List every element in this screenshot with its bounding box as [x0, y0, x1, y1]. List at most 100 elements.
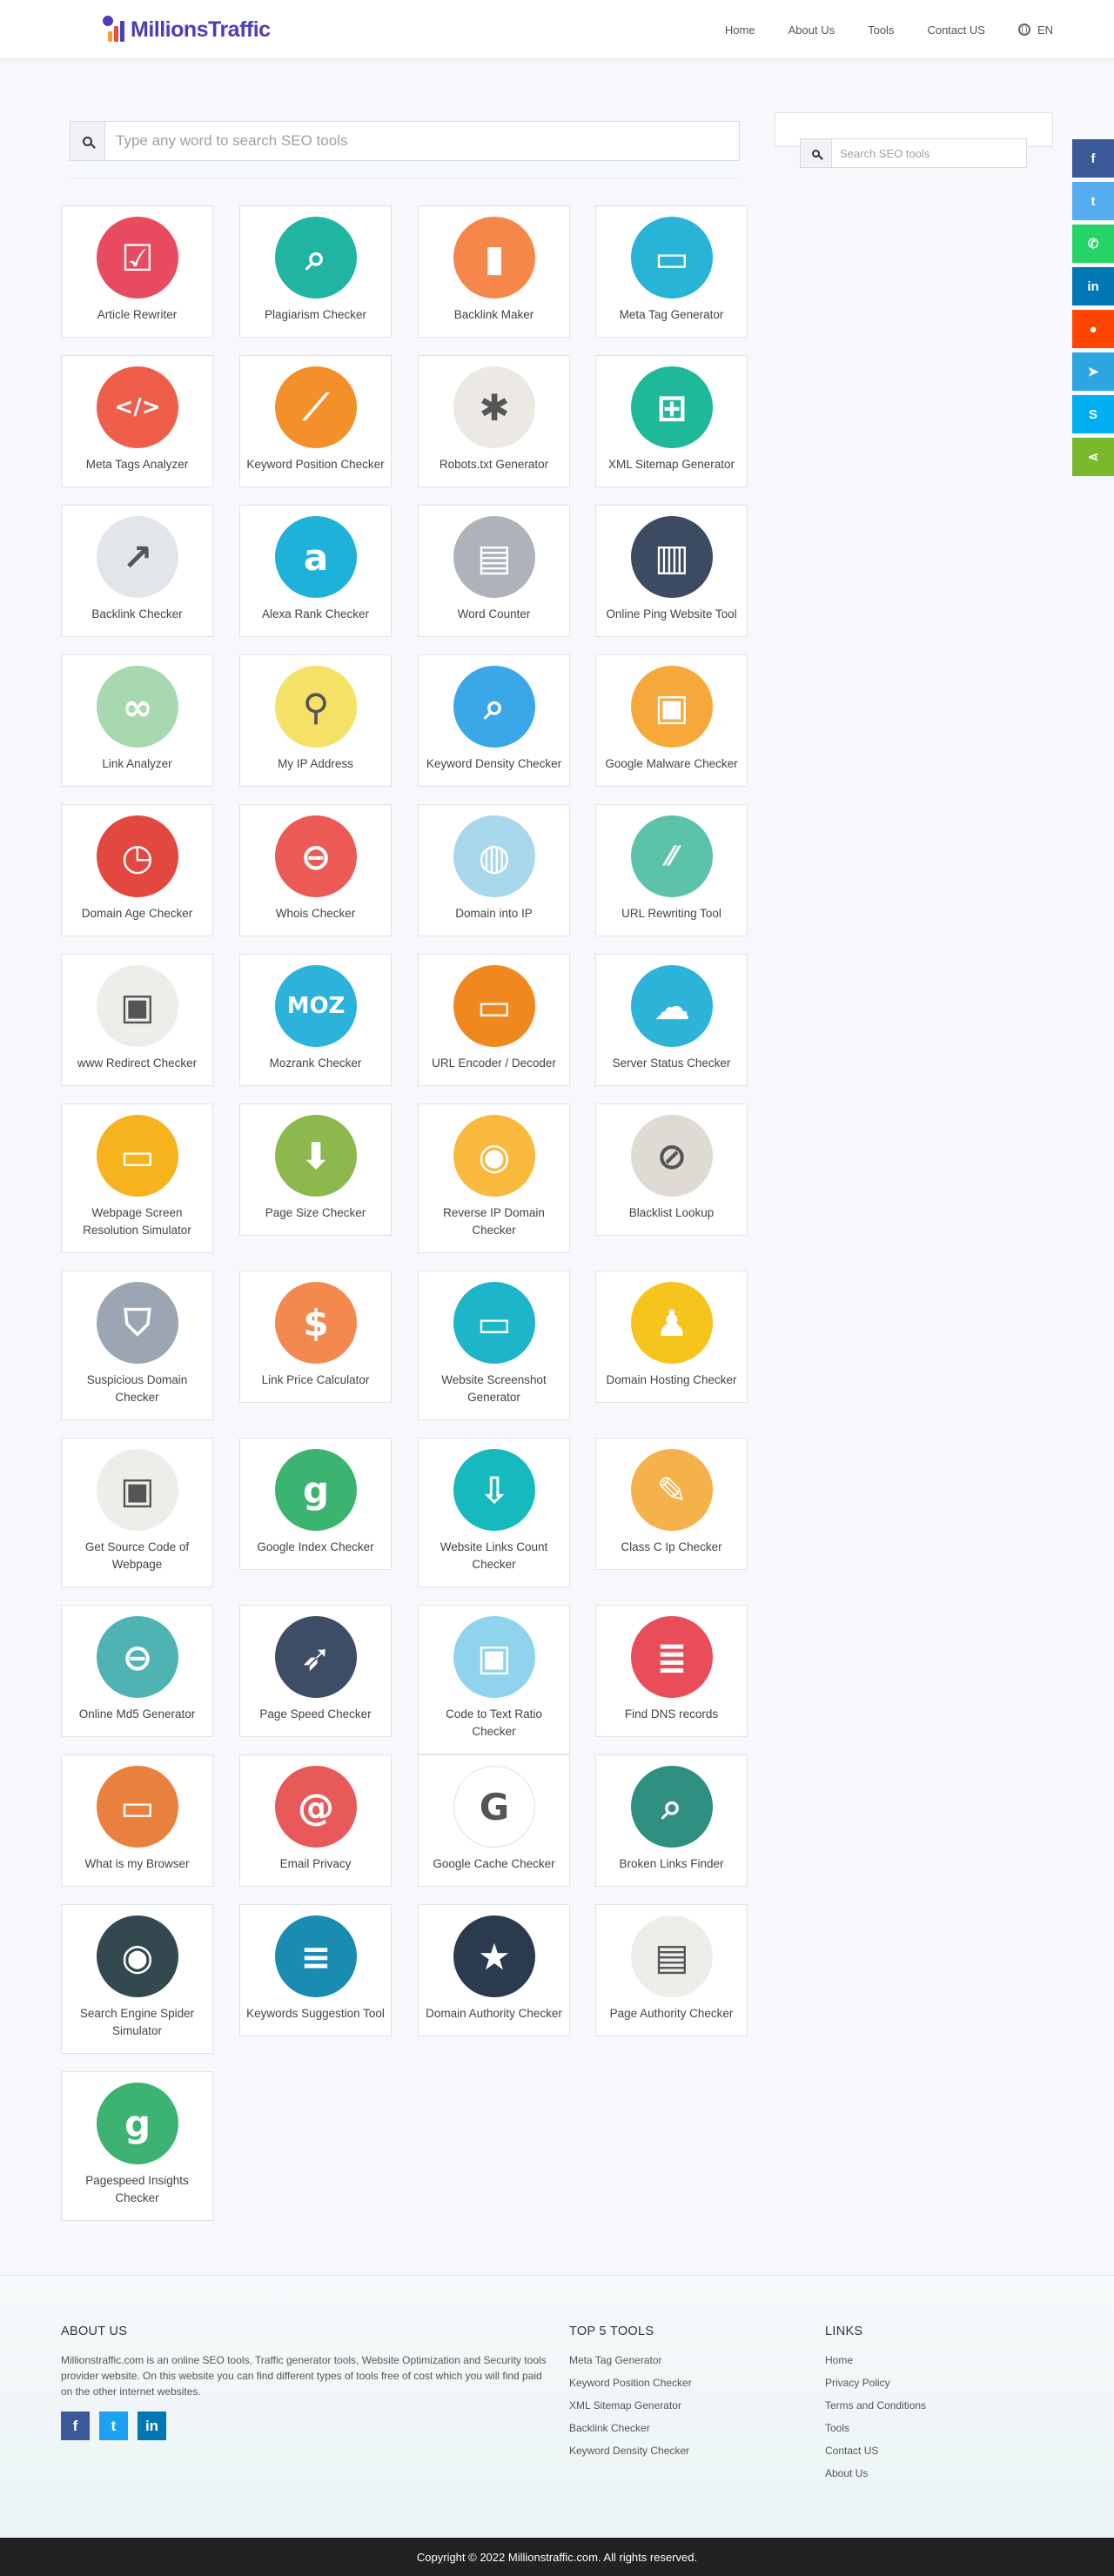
sidebar-search-input[interactable] [832, 139, 1026, 167]
tool-card[interactable]: ◍ Domain into IP [418, 804, 570, 936]
site-logo[interactable]: MillionsTraffic [101, 12, 271, 47]
footer-top5-link[interactable]: Backlink Checker [569, 2420, 795, 2436]
tool-card[interactable]: ≣ Find DNS records [595, 1605, 748, 1737]
tool-card[interactable]: @ Email Privacy [239, 1754, 392, 1887]
globe-ip-icon: ◍ [453, 815, 535, 897]
tool-card[interactable]: ⊞ XML Sitemap Generator [595, 355, 748, 487]
tool-card[interactable]: ⟋ Keyword Position Checker [239, 355, 392, 487]
brand-name: MillionsTraffic [131, 17, 271, 42]
search-icon[interactable] [801, 139, 832, 167]
line-chart-icon: ⟋ [275, 366, 357, 448]
tool-card[interactable]: g Google Index Checker [239, 1438, 392, 1570]
tool-card[interactable]: ◉ Search Engine Spider Simulator [61, 1904, 213, 2054]
skype-share-icon[interactable]: S [1072, 395, 1114, 433]
twitter-icon[interactable]: t [99, 2412, 128, 2440]
tool-card[interactable]: ∞ Link Analyzer [61, 654, 213, 787]
footer-link-terms[interactable]: Terms and Conditions [825, 2398, 1051, 2413]
facebook-icon[interactable]: f [61, 2412, 90, 2440]
tool-card[interactable]: ▮ Backlink Maker [418, 205, 570, 338]
tool-card[interactable]: G Google Cache Checker [418, 1754, 570, 1887]
tool-card[interactable]: ▭ Meta Tag Generator [595, 205, 748, 338]
tool-card[interactable]: ▣ Google Malware Checker [595, 654, 748, 787]
tool-card[interactable]: ▭ URL Encoder / Decoder [418, 954, 570, 1086]
tool-card[interactable]: MOZ Mozrank Checker [239, 954, 392, 1086]
footer-link-tools[interactable]: Tools [825, 2420, 1051, 2436]
copyright: Copyright © 2022 Millionstraffic.com. Al… [0, 2538, 1114, 2576]
spider-robot-icon: ◉ [97, 1915, 178, 1997]
footer-top5-link[interactable]: Meta Tag Generator [569, 2352, 795, 2368]
tool-label: Online Ping Website Tool [606, 607, 737, 621]
footer-top5-link[interactable]: XML Sitemap Generator [569, 2398, 795, 2413]
tool-card[interactable]: ⛉ Suspicious Domain Checker [61, 1271, 213, 1420]
footer-link-contact[interactable]: Contact US [825, 2443, 1051, 2459]
tool-card[interactable]: ⊖ Online Md5 Generator [61, 1605, 213, 1737]
tool-label: Domain Hosting Checker [606, 1373, 737, 1386]
tool-card[interactable]: ♟ Domain Hosting Checker [595, 1271, 748, 1403]
telegram-share-icon[interactable]: ➤ [1072, 352, 1114, 391]
tool-card[interactable]: $ Link Price Calculator [239, 1271, 392, 1403]
tool-card[interactable]: ⚲ My IP Address [239, 654, 392, 787]
facebook-share-icon[interactable]: f [1072, 139, 1114, 178]
language-selector[interactable]: EN [1017, 23, 1053, 37]
footer-link-privacy[interactable]: Privacy Policy [825, 2375, 1051, 2391]
tool-card[interactable]: ⊖ Whois Checker [239, 804, 392, 936]
nav-home[interactable]: Home [725, 23, 755, 37]
share-more-icon[interactable]: ⋖ [1072, 438, 1114, 476]
tool-card[interactable]: ◷ Domain Age Checker [61, 804, 213, 936]
tool-card[interactable]: ✱ Robots.txt Generator [418, 355, 570, 487]
tool-card[interactable]: ➶ Page Speed Checker [239, 1605, 392, 1737]
tool-label: Get Source Code of Webpage [84, 1540, 190, 1571]
linkedin-share-icon[interactable]: in [1072, 267, 1114, 305]
nav-tools[interactable]: Tools [868, 23, 894, 37]
footer-top5-link[interactable]: Keyword Density Checker [569, 2443, 795, 2459]
tool-card[interactable]: ★ Domain Authority Checker [418, 1904, 570, 2036]
tool-card[interactable]: ✎ Class C Ip Checker [595, 1438, 748, 1570]
tool-card[interactable]: ↗ Backlink Checker [61, 505, 213, 637]
linkedin-icon[interactable]: in [138, 2412, 166, 2440]
tool-card[interactable]: ▭ Website Screenshot Generator [418, 1271, 570, 1420]
footer-top5-link[interactable]: Keyword Position Checker [569, 2375, 795, 2391]
whatsapp-share-icon[interactable]: ✆ [1072, 225, 1114, 263]
tool-card[interactable]: ▤ Page Authority Checker [595, 1904, 748, 2036]
tool-search-input[interactable] [105, 122, 739, 160]
nav-about-us[interactable]: About Us [789, 23, 835, 37]
tool-card[interactable]: ⌕ Broken Links Finder [595, 1754, 748, 1887]
footer-link-about[interactable]: About Us [825, 2465, 1051, 2481]
money-hand-icon: $ [275, 1282, 357, 1364]
tool-card[interactable]: ▣ www Redirect Checker [61, 954, 213, 1086]
tool-card[interactable]: ⌕ Keyword Density Checker [418, 654, 570, 787]
map-pin-icon: ⚲ [275, 666, 357, 748]
growth-chart-icon: ↗ [97, 516, 178, 598]
tool-card[interactable]: ▤ Word Counter [418, 505, 570, 637]
tool-card[interactable]: ▭ Webpage Screen Resolution Simulator [61, 1104, 213, 1253]
cloud-server-icon: ☁ [631, 965, 713, 1047]
tool-card[interactable]: ⌕ Plagiarism Checker [239, 205, 392, 338]
nav-contact-us[interactable]: Contact US [927, 23, 984, 37]
tool-card[interactable]: ▥ Online Ping Website Tool [595, 505, 748, 637]
bar-graph-icon: ▥ [631, 516, 713, 598]
tool-card[interactable]: ⊘ Blacklist Lookup [595, 1104, 748, 1236]
footer-top5: TOP 5 TOOLS Meta Tag Generator Keyword P… [569, 2324, 795, 2465]
footer-link-home[interactable]: Home [825, 2352, 1051, 2368]
tool-card[interactable]: ◉ Reverse IP Domain Checker [418, 1104, 570, 1253]
screenshot-browser-icon: ▭ [453, 1282, 535, 1364]
alexa-icon: a [275, 516, 357, 598]
tool-card[interactable]: ▣ Get Source Code of Webpage [61, 1438, 213, 1587]
twitter-share-icon[interactable]: t [1072, 182, 1114, 220]
tool-label: Link Analyzer [102, 757, 172, 770]
tool-card[interactable]: ⇩ Website Links Count Checker [418, 1438, 570, 1587]
tool-label: Link Price Calculator [261, 1373, 370, 1386]
tool-card[interactable]: ▭ What is my Browser [61, 1754, 213, 1887]
class-c-wrench-icon: ✎ [631, 1449, 713, 1531]
tool-card[interactable]: g Pagespeed Insights Checker [61, 2071, 213, 2221]
tool-card[interactable]: ☁ Server Status Checker [595, 954, 748, 1086]
reddit-share-icon[interactable]: ● [1072, 310, 1114, 348]
tool-card[interactable]: ☑ Article Rewriter [61, 205, 213, 338]
tool-card[interactable]: ▣ Code to Text Ratio Checker [418, 1605, 570, 1754]
tool-card[interactable]: </> Meta Tags Analyzer [61, 355, 213, 487]
tool-card[interactable]: ⁄⁄ URL Rewriting Tool [595, 804, 748, 936]
tool-card[interactable]: ≡ Keywords Suggestion Tool [239, 1904, 392, 2036]
search-icon[interactable] [70, 122, 105, 160]
tool-card[interactable]: a Alexa Rank Checker [239, 505, 392, 637]
tool-card[interactable]: ⬇ Page Size Checker [239, 1104, 392, 1236]
